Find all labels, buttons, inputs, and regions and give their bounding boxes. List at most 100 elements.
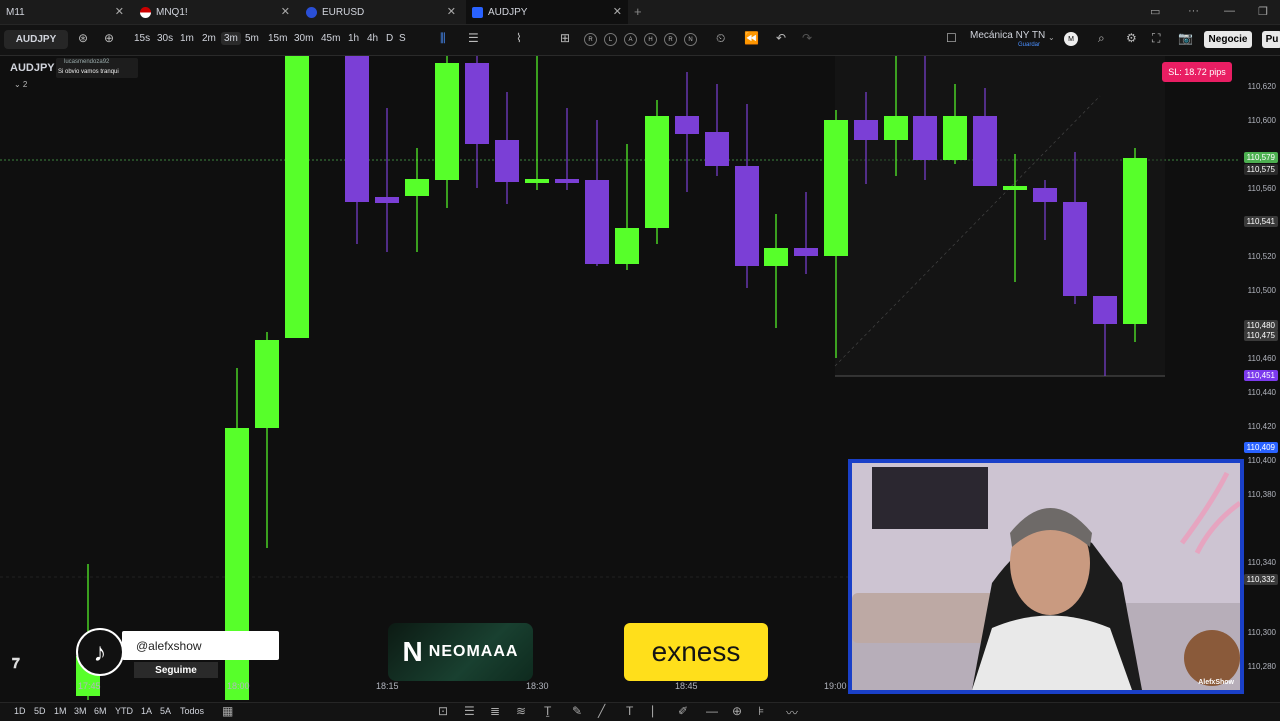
candles-icon[interactable]: ⫼: [440, 31, 446, 46]
trendline-icon[interactable]: ╱: [598, 704, 605, 718]
trade-button[interactable]: Negocie: [1204, 31, 1252, 48]
range-3m[interactable]: 3M: [74, 706, 87, 716]
range-6m[interactable]: 6M: [94, 706, 107, 716]
text-tool-icon[interactable]: Ṯ: [544, 704, 551, 718]
interval-3m[interactable]: 3m: [221, 32, 241, 45]
redo-icon[interactable]: ↷: [802, 31, 812, 45]
wave-icon[interactable]: 〰: [786, 704, 798, 721]
price-tag: 110,579: [1243, 152, 1278, 163]
range-all[interactable]: Todos: [180, 706, 204, 716]
indicators-list-icon[interactable]: ☰: [468, 31, 479, 45]
drawing-rect-icon[interactable]: ⊡: [438, 704, 448, 718]
legend-collapse-toggle[interactable]: ⌄ 2: [14, 80, 27, 89]
chevron-down-icon[interactable]: ⌄: [1048, 33, 1055, 42]
time-label: 18:00: [227, 681, 250, 691]
restore-icon[interactable]: ❐: [1258, 5, 1268, 18]
expand-icon[interactable]: ⛶: [1152, 31, 1160, 46]
us-flag-icon: [140, 6, 151, 18]
close-icon[interactable]: ✕: [115, 5, 124, 18]
price-tick-label: 110,440: [1247, 388, 1276, 397]
tab-m11[interactable]: M11 ✕: [0, 0, 130, 24]
layout-name[interactable]: Mecánica NY TN: [970, 30, 1045, 41]
replay-n-button[interactable]: N: [684, 33, 697, 46]
target-icon[interactable]: ⊕: [732, 704, 742, 718]
interval-s[interactable]: S: [399, 33, 406, 44]
fib-icon[interactable]: ≣: [490, 704, 500, 718]
chat-comment-text: Si obvio vamos tranqui: [58, 69, 119, 75]
replay-l-button[interactable]: L: [604, 33, 617, 46]
drawing-lines-icon[interactable]: ☰: [464, 704, 475, 718]
calendar-icon[interactable]: ▦: [222, 704, 233, 718]
replay-a-button[interactable]: A: [624, 33, 637, 46]
bear-candle-body: [1063, 202, 1087, 296]
range-5d[interactable]: 5D: [34, 706, 46, 716]
layout-save-label[interactable]: Guardar: [1018, 42, 1040, 48]
pattern-icon[interactable]: ≋: [516, 704, 526, 718]
tab-audjpy[interactable]: AUDJPY ✕: [466, 0, 628, 24]
undo-icon[interactable]: ↶: [776, 31, 786, 45]
tab-mnq1[interactable]: MNQ1! ✕: [134, 0, 296, 24]
tab-eurusd[interactable]: EURUSD ✕: [300, 0, 462, 24]
range-5a[interactable]: 5A: [160, 706, 171, 716]
horizontal-line-icon[interactable]: —: [706, 704, 718, 718]
interval-45m[interactable]: 45m: [321, 33, 340, 44]
interval-30s[interactable]: 30s: [157, 33, 173, 44]
range-1m[interactable]: 1M: [54, 706, 67, 716]
time-label: 18:45: [675, 681, 698, 691]
publish-button[interactable]: Pu: [1262, 31, 1280, 48]
more-icon[interactable]: ···: [1188, 5, 1199, 17]
range-ytd[interactable]: YTD: [115, 706, 133, 716]
tiktok-follow-label: Seguime: [134, 662, 218, 678]
indicators-icon[interactable]: ⌇: [516, 31, 522, 45]
interval-1h[interactable]: 1h: [348, 33, 359, 44]
price-tick-label: 110,620: [1247, 82, 1276, 91]
interval-d[interactable]: D: [386, 33, 393, 44]
interval-5m[interactable]: 5m: [245, 33, 259, 44]
bull-candle-body: [435, 63, 459, 180]
replay-h-button[interactable]: H: [644, 33, 657, 46]
close-icon[interactable]: ✕: [613, 5, 622, 18]
position-icon[interactable]: ⊧: [758, 704, 764, 718]
bear-candle-body: [1093, 296, 1117, 324]
camera-icon[interactable]: 📷: [1178, 31, 1193, 45]
range-1d[interactable]: 1D: [14, 706, 26, 716]
replay-r-button[interactable]: R: [584, 33, 597, 46]
compare-icon[interactable]: ⊛: [78, 31, 88, 45]
range-1a[interactable]: 1A: [141, 706, 152, 716]
close-icon[interactable]: ✕: [447, 5, 456, 18]
exness-label: exness: [651, 636, 741, 667]
interval-30m[interactable]: 30m: [294, 33, 313, 44]
symbol-label: AUDJPY: [15, 34, 57, 45]
bear-candle-body: [735, 166, 759, 266]
interval-1m[interactable]: 1m: [180, 33, 194, 44]
tab-label: M11: [6, 6, 25, 18]
interval-4h[interactable]: 4h: [367, 33, 378, 44]
search-icon[interactable]: ⌕: [1098, 31, 1105, 46]
layout-grid-icon[interactable]: ⊞: [560, 31, 570, 45]
browser-tab-bar: M11 ✕ MNQ1! ✕ EURUSD ✕ AUDJPY ✕ + ▭ ··· …: [0, 0, 1280, 25]
pen-icon[interactable]: ✐: [678, 704, 688, 718]
bull-candle-body: [615, 228, 639, 264]
add-symbol-icon[interactable]: ⊕: [104, 31, 114, 45]
alert-icon[interactable]: ⏲: [716, 31, 725, 46]
replay-icon[interactable]: ⏪: [744, 31, 759, 45]
interval-2m[interactable]: 2m: [202, 33, 216, 44]
layout-icon[interactable]: ▭: [1150, 5, 1160, 18]
minimize-icon[interactable]: —: [1224, 5, 1235, 17]
price-axis[interactable]: 110,620 110,600 110,560 110,520 110,500 110,4…: [1238, 56, 1280, 700]
neomaaa-label: NEOMAAA: [428, 643, 519, 660]
new-tab-icon[interactable]: +: [634, 4, 642, 19]
interval-15s[interactable]: 15s: [134, 33, 150, 44]
bull-candle-body: [285, 56, 309, 338]
brush-icon[interactable]: ✎: [572, 704, 582, 718]
interval-15m[interactable]: 15m: [268, 33, 287, 44]
gear-icon[interactable]: ⚙: [1126, 31, 1137, 45]
close-icon[interactable]: ✕: [281, 5, 290, 18]
price-tag: 110,475: [1243, 330, 1278, 341]
time-label: 18:30: [526, 681, 549, 691]
replay-r2-button[interactable]: R: [664, 33, 677, 46]
symbol-search-button[interactable]: AUDJPY: [4, 30, 68, 49]
vertical-line-icon[interactable]: ⎸: [652, 704, 664, 719]
fullscreen-box-icon[interactable]: ☐: [946, 31, 957, 45]
text-icon[interactable]: T: [626, 704, 633, 718]
